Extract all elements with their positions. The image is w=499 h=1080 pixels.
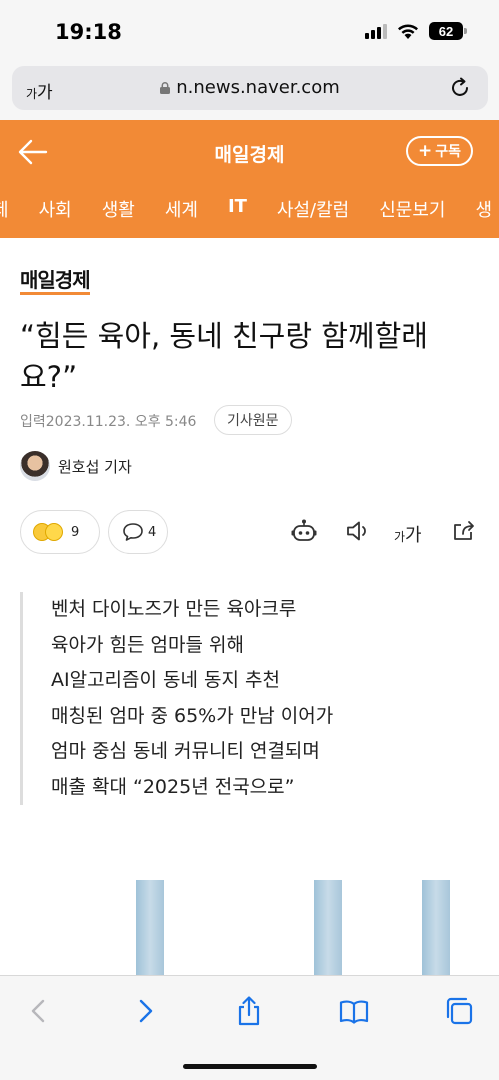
photo-pole <box>422 880 450 975</box>
comment-icon <box>123 523 143 541</box>
signal-icon <box>365 23 387 39</box>
robot-summary-icon[interactable] <box>291 518 317 544</box>
original-article-button[interactable]: 기사원문 <box>214 405 292 435</box>
address-bar[interactable]: 가가 n.news.naver.com <box>12 66 488 110</box>
share-icon[interactable] <box>451 518 477 544</box>
category-tab-partial[interactable]: 제 <box>0 194 9 234</box>
article-summary: 벤처 다이노즈가 만든 육아크루 육아가 힘든 엄마들 위해 AI알고리즘이 동… <box>20 592 460 805</box>
summary-line: 매출 확대 “2025년 전국으로” <box>51 775 295 798</box>
battery-level: 62 <box>438 23 454 39</box>
category-tab-opinion[interactable]: 사설/칼럼 <box>277 194 349 234</box>
summary-line: 매칭된 엄마 중 65%가 만남 이어가 <box>51 704 334 727</box>
press-logo[interactable]: 매일경제 <box>20 270 91 295</box>
lock-icon <box>160 82 171 94</box>
status-icons: 62 <box>365 22 467 40</box>
speaker-icon[interactable] <box>345 518 371 544</box>
category-tab-world[interactable]: 세계 <box>165 194 198 234</box>
home-indicator <box>183 1064 317 1069</box>
category-tab-it[interactable]: IT <box>225 194 249 243</box>
reaction-button[interactable]: 9 <box>20 510 100 554</box>
browser-url-area: 가가 n.news.naver.com <box>0 64 499 120</box>
author-name[interactable]: 원호섭 기자 <box>58 456 132 477</box>
article-photo <box>0 880 499 975</box>
subscribe-button[interactable]: + 구독 <box>405 136 473 166</box>
smile-emoji-icon <box>45 523 63 541</box>
summary-line: 엄마 중심 동네 커뮤니티 연결되며 <box>51 740 320 762</box>
category-tab-society[interactable]: 사회 <box>39 194 72 234</box>
reload-icon[interactable] <box>448 76 472 100</box>
battery-icon: 62 <box>429 22 467 40</box>
category-tab-newspaper[interactable]: 신문보기 <box>379 194 445 234</box>
comment-button[interactable]: 4 <box>108 510 168 554</box>
site-header: 매일경제 + 구독 제 사회 생활 세계 IT 사설/칼럼 신문보기 생 <box>0 120 499 243</box>
reaction-count: 9 <box>71 524 80 540</box>
comment-count: 4 <box>148 524 157 540</box>
article-date: 입력2023.11.23. 오후 5:46 <box>20 414 197 430</box>
url-text: n.news.naver.com <box>176 77 340 98</box>
share-icon[interactable] <box>234 996 264 1026</box>
summary-line: AI알고리즘이 동네 동지 추천 <box>51 669 281 691</box>
status-bar: 19:18 62 <box>0 0 499 64</box>
photo-pole <box>314 880 342 975</box>
category-tab-life[interactable]: 생활 <box>102 194 135 234</box>
article-title: “힘든 육아, 동네 친구랑 함께할래요?” <box>20 319 428 394</box>
summary-line: 벤처 다이노즈가 만든 육아크루 <box>51 598 297 620</box>
status-time: 19:18 <box>55 20 122 44</box>
author-avatar[interactable] <box>20 451 50 481</box>
back-icon[interactable] <box>24 996 54 1026</box>
summary-line: 육아가 힘든 엄마들 위해 <box>51 633 244 656</box>
category-nav: 제 사회 생활 세계 IT 사설/칼럼 신문보기 생 <box>0 194 499 243</box>
tabs-icon[interactable] <box>444 996 474 1026</box>
wifi-icon <box>398 24 418 39</box>
plus-icon: + <box>417 141 433 161</box>
url-display[interactable]: n.news.naver.com <box>12 77 488 98</box>
bookmarks-icon[interactable] <box>339 996 369 1026</box>
forward-icon[interactable] <box>130 996 160 1026</box>
photo-pole <box>136 880 164 975</box>
text-size-toggle[interactable]: 가가 <box>394 521 422 547</box>
category-tab-partial-right[interactable]: 생 <box>475 194 492 234</box>
